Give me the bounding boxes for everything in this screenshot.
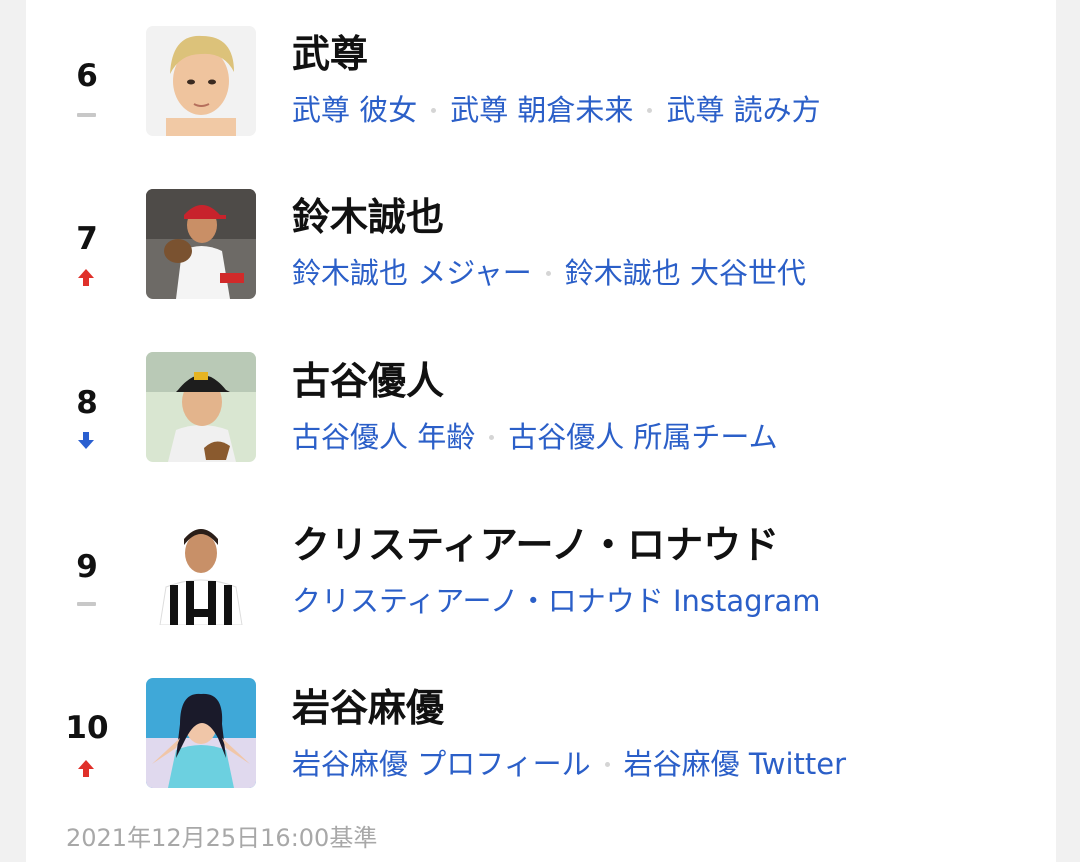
rank-unchanged-icon: [76, 595, 96, 613]
related-keyword-link[interactable]: 武尊 彼女: [292, 93, 417, 127]
separator-dot: [604, 761, 610, 767]
related-keyword-link[interactable]: 岩谷麻優 プロフィール: [292, 747, 591, 781]
person-name[interactable]: 岩谷麻優: [292, 686, 444, 730]
ranking-row[interactable]: 10 岩谷麻優 岩谷麻優 プロフィール 岩谷麻優 Twitter: [26, 672, 1056, 792]
rank-number: 6: [76, 58, 98, 94]
related-keywords: 鈴木誠也 メジャー 鈴木誠也 大谷世代: [292, 255, 806, 291]
rank-down-icon: [76, 431, 96, 449]
person-name[interactable]: 武尊: [292, 32, 368, 76]
ranking-row[interactable]: 8 古谷優人 古谷優人 年齢 古谷優人 所属チーム: [26, 345, 1056, 465]
rank-number: 7: [76, 221, 98, 257]
related-keyword-link[interactable]: クリスティアーノ・ロナウド Instagram: [292, 584, 821, 618]
ranking-row[interactable]: 6 武尊 武尊 彼女 武尊 朝倉未来 武尊 読み方: [26, 18, 1056, 138]
person-thumbnail[interactable]: [146, 678, 256, 788]
ranking-row[interactable]: 7 鈴木誠也 鈴木誠也 メジャー 鈴木誠也 大谷世代: [26, 181, 1056, 301]
related-keywords: クリスティアーノ・ロナウド Instagram: [292, 583, 821, 619]
trend-ranking-card: 6 武尊 武尊 彼女 武尊 朝倉未来 武尊 読み方 7 鈴木誠也 鈴木誠也 メジ…: [26, 0, 1056, 862]
related-keyword-link[interactable]: 武尊 読み方: [666, 93, 820, 127]
separator-dot: [489, 434, 495, 440]
person-thumbnail[interactable]: [146, 189, 256, 299]
separator-dot: [545, 270, 551, 276]
person-name[interactable]: クリスティアーノ・ロナウド: [292, 523, 779, 567]
rank-unchanged-icon: [76, 106, 96, 124]
person-name[interactable]: 鈴木誠也: [292, 195, 444, 239]
related-keyword-link[interactable]: 古谷優人 年齢: [292, 420, 475, 454]
separator-dot: [647, 107, 653, 113]
separator-dot: [431, 107, 437, 113]
ranking-row[interactable]: 9 クリスティアーノ・ロナウド クリスティアーノ・ロナウド Instagram: [26, 509, 1056, 629]
related-keywords: 古谷優人 年齢 古谷優人 所属チーム: [292, 419, 778, 455]
related-keyword-link[interactable]: 鈴木誠也 メジャー: [292, 256, 532, 290]
person-name[interactable]: 古谷優人: [292, 359, 444, 403]
related-keyword-link[interactable]: 武尊 朝倉未来: [450, 93, 633, 127]
person-thumbnail[interactable]: [146, 352, 256, 462]
related-keyword-link[interactable]: 岩谷麻優 Twitter: [624, 747, 846, 781]
person-thumbnail[interactable]: [146, 515, 256, 625]
rank-up-icon: [76, 267, 96, 286]
ranking-timestamp: 2021年12月25日16:00基準: [66, 824, 378, 852]
related-keyword-link[interactable]: 古谷優人 所属チーム: [508, 420, 777, 454]
related-keywords: 武尊 彼女 武尊 朝倉未来 武尊 読み方: [292, 92, 821, 128]
related-keyword-link[interactable]: 鈴木誠也 大谷世代: [565, 256, 806, 290]
rank-number: 8: [76, 385, 98, 421]
person-thumbnail[interactable]: [146, 26, 256, 136]
rank-up-icon: [76, 758, 96, 777]
rank-number: 9: [76, 549, 98, 585]
rank-number: 10: [65, 710, 109, 746]
related-keywords: 岩谷麻優 プロフィール 岩谷麻優 Twitter: [292, 746, 846, 782]
